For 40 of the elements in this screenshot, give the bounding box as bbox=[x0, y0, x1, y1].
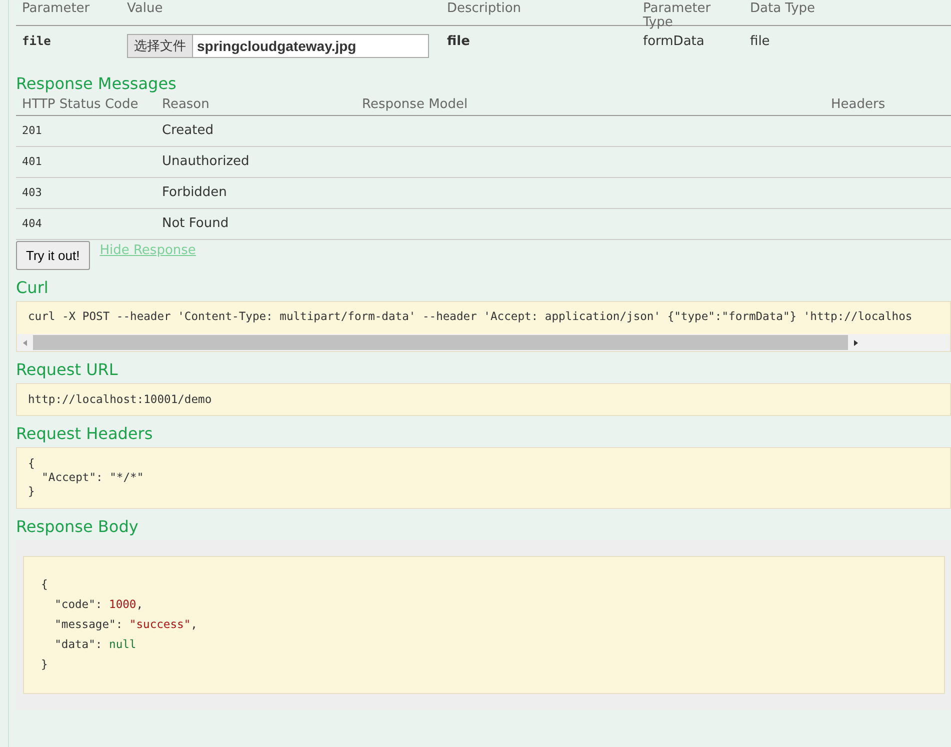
try-it-out-button[interactable]: Try it out! bbox=[16, 241, 90, 270]
horizontal-scrollbar[interactable] bbox=[17, 334, 950, 351]
status-code: 403 bbox=[16, 178, 156, 209]
column-header: Response Model bbox=[356, 97, 825, 116]
section-heading: Response Messages bbox=[16, 74, 178, 93]
request-url-text: http://localhost:10001/demo bbox=[28, 393, 213, 406]
code-line: "code": 1000, bbox=[54, 597, 144, 613]
column-header: HTTP Status Code bbox=[16, 97, 156, 116]
parameter-type-text: formData bbox=[642, 33, 706, 51]
status-code: 401 bbox=[16, 147, 156, 178]
description-text: file bbox=[446, 33, 471, 51]
reason-text: Not Found bbox=[156, 209, 356, 240]
code-line: } bbox=[28, 485, 36, 499]
section-heading: Request URL bbox=[16, 360, 119, 379]
column-header: Headers bbox=[825, 97, 951, 116]
status-code: 201 bbox=[16, 116, 156, 147]
column-header: Parameter bbox=[16, 0, 121, 26]
code-line: "data": null bbox=[54, 637, 138, 653]
scroll-left-icon[interactable] bbox=[21, 338, 29, 346]
scroll-right-icon[interactable] bbox=[852, 338, 860, 346]
parameter-name: file bbox=[21, 33, 52, 50]
reason-text: Forbidden bbox=[156, 178, 356, 209]
data-type-text: file bbox=[749, 33, 771, 51]
section-heading: Response Body bbox=[16, 517, 140, 536]
code-line: "message": "success", bbox=[54, 617, 198, 633]
section-heading: Curl bbox=[16, 278, 50, 297]
code-line: { bbox=[41, 577, 49, 593]
column-header: Value bbox=[121, 0, 441, 26]
status-code: 404 bbox=[16, 209, 156, 240]
section-heading: Request Headers bbox=[16, 424, 154, 443]
reason-text: Created bbox=[156, 116, 356, 147]
column-header: Description bbox=[441, 0, 637, 26]
file-input[interactable]: 选择文件 springcloudgateway.jpg bbox=[127, 34, 429, 58]
column-header: Reason bbox=[156, 97, 356, 116]
column-header: Data Type bbox=[744, 0, 951, 26]
code-line: } bbox=[41, 657, 49, 673]
curl-command: curl -X POST --header 'Content-Type: multipart/form-data' --header 'Accept: application/json' {"type":"formData"} 'http://localhos bbox=[27, 310, 914, 325]
code-line: "Accept": "*/*" bbox=[40, 471, 145, 485]
code-line: { bbox=[28, 457, 36, 471]
reason-text: Unauthorized bbox=[156, 147, 356, 178]
